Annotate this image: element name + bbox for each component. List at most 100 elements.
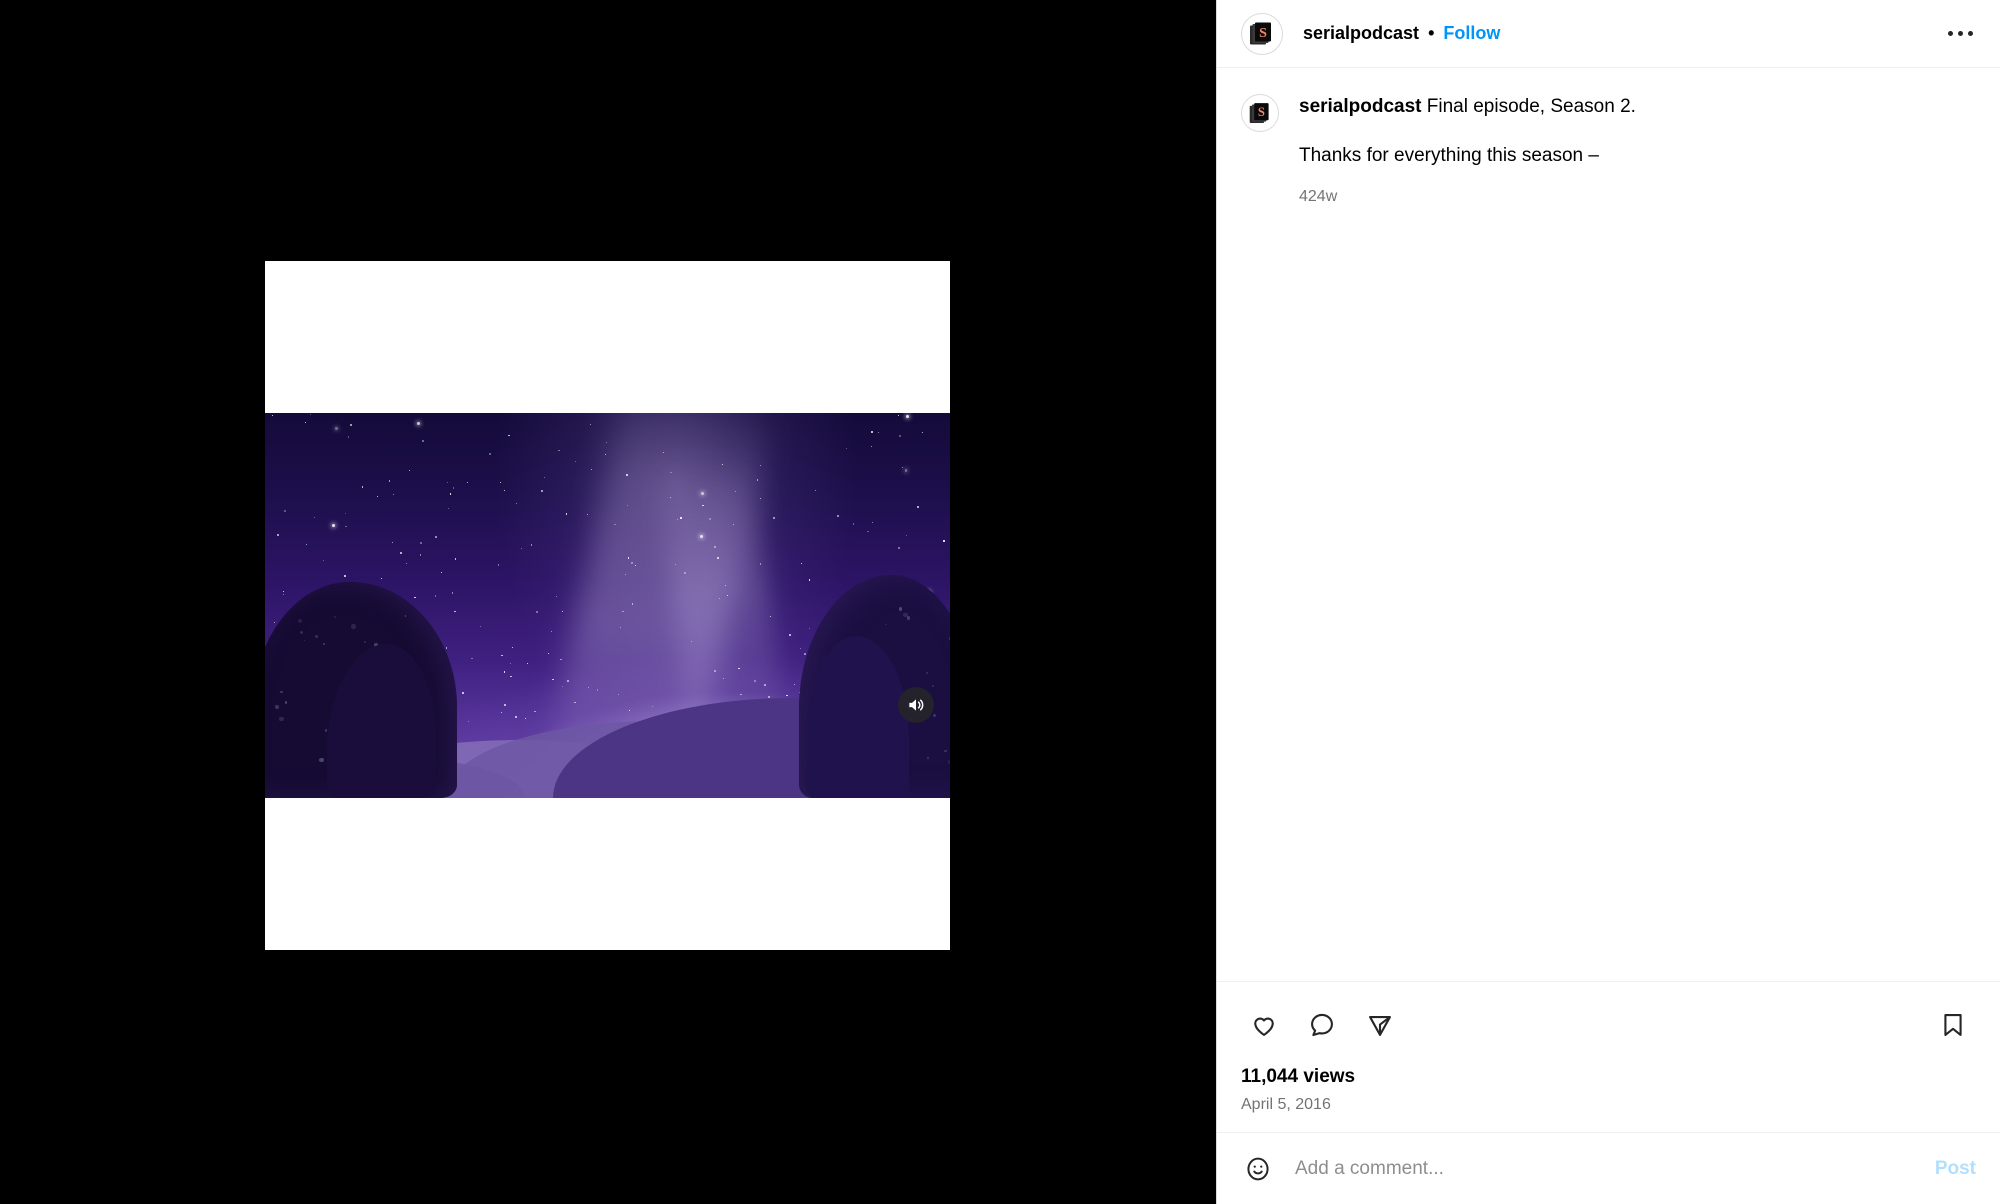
star [717,557,720,560]
star [789,633,792,636]
foliage-speck [314,635,318,639]
star [898,547,901,550]
star [626,474,628,476]
star [921,431,924,433]
caption-avatar[interactable]: S [1241,94,1279,132]
star [870,430,873,433]
star [732,524,734,526]
video-player[interactable] [265,261,950,950]
emoji-picker-button[interactable] [1241,1152,1275,1186]
like-button[interactable] [1241,1002,1287,1048]
star [345,525,347,527]
header-username[interactable]: serialpodcast [1303,23,1419,44]
star [467,481,469,483]
caption-body: serialpodcast Final episode, Season 2. T… [1299,94,1976,206]
star [344,512,346,515]
star [504,490,506,492]
star [756,479,759,481]
star [406,562,408,565]
star [702,505,704,507]
star [800,647,802,650]
star [713,546,716,549]
star [453,487,455,489]
star [435,595,437,597]
star [898,415,900,417]
star [510,676,512,678]
follow-button[interactable]: Follow [1443,23,1500,44]
star [803,652,806,655]
star [348,436,350,438]
more-options-button[interactable] [1940,14,1980,54]
star [786,695,788,697]
star [501,654,503,657]
star [543,476,545,479]
star [349,424,352,427]
heart-icon [1254,1017,1274,1036]
star [801,563,803,565]
views-count: 11,044 views [1241,1066,1356,1087]
star [558,449,560,452]
star [562,685,564,687]
star [725,584,727,586]
star [282,594,285,596]
star [916,506,919,509]
save-button[interactable] [1930,1002,1976,1048]
star [277,534,280,537]
star [479,625,482,628]
star [422,440,424,442]
foliage-speck [944,749,947,753]
star [313,516,315,518]
foliage-speck [932,713,937,717]
star [514,716,517,719]
star [322,559,324,561]
star [414,596,416,599]
share-button[interactable] [1357,1002,1403,1048]
star [604,454,606,456]
star [515,502,517,504]
avatar[interactable]: S [1241,12,1283,55]
caption-text: Final episode, Season 2. [1426,96,1636,117]
star [562,611,564,613]
star [589,423,591,425]
comment-button[interactable] [1299,1002,1345,1048]
svg-text:S: S [1259,25,1267,40]
star [898,434,901,437]
star [871,522,873,524]
ellipsis-dot [1967,31,1973,36]
caption-row: S serialpodcast Final episode, Season 2.… [1241,94,1976,206]
comment-input[interactable] [1295,1157,1923,1180]
post-comment-button[interactable]: Post [1935,1158,1976,1180]
star [497,564,500,566]
star [534,710,536,712]
star [574,702,576,704]
star [420,541,423,544]
caption-timestamp: 424w [1299,187,1338,205]
foliage-speck [274,704,280,709]
foliage-speck [948,759,950,764]
post-info-pane: S serialpodcast • Follow S serialpodcast… [1216,0,2000,1204]
audio-toggle-button[interactable] [898,687,934,723]
star [651,706,654,708]
star [793,683,795,685]
star [587,687,589,689]
foliage-speck [931,684,934,687]
star [605,441,607,443]
star [541,489,544,492]
post-date: April 5, 2016 [1241,1096,1331,1113]
star [662,452,664,454]
star [906,415,910,419]
star [814,490,817,492]
star [631,562,634,565]
foliage-speck [297,618,302,623]
star [441,571,443,573]
audio-on-icon [909,699,924,711]
caption-username[interactable]: serialpodcast [1299,96,1422,117]
foliage-speck [364,641,367,643]
star [871,446,873,448]
star [547,653,549,655]
serial-podcast-avatar-icon: S [1250,22,1271,44]
star [759,464,761,466]
star [454,611,456,613]
ellipsis-dot [1957,31,1963,36]
star [738,668,740,670]
